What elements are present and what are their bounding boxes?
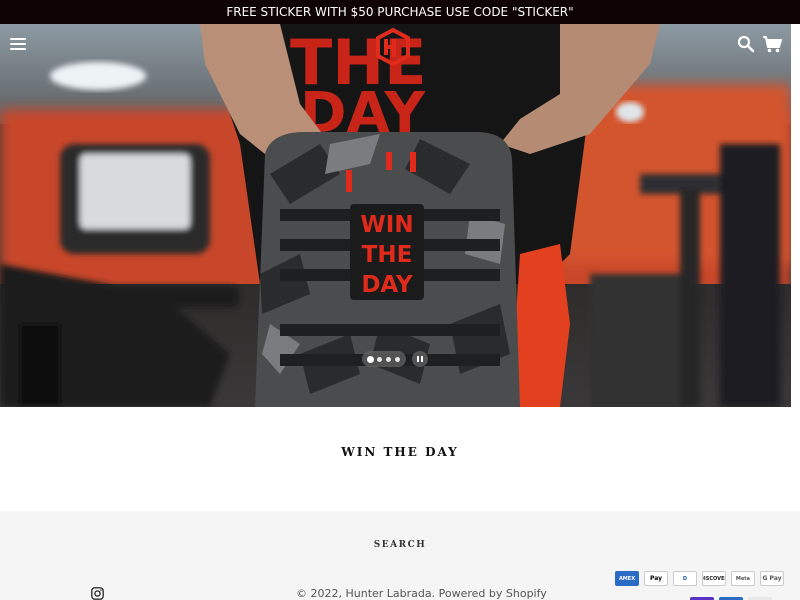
diners-club-icon: D (673, 571, 697, 586)
slider-controls (362, 350, 428, 368)
site-footer: SEARCH © 2022, Hunter Labrada. Powered b… (0, 511, 800, 600)
copyright: © 2022, Hunter Labrada. Powered by Shopi… (296, 587, 547, 600)
patch-line-2: THE (362, 242, 413, 268)
copyright-prefix: © 2022, (296, 587, 346, 600)
slide-dot[interactable] (368, 356, 373, 362)
instagram-icon[interactable] (91, 587, 104, 600)
cart-icon[interactable] (762, 35, 782, 53)
powered-by-link[interactable]: Powered by Shopify (439, 587, 547, 600)
announcement-bar: FREE STICKER WITH $50 PURCHASE USE CODE … (0, 0, 800, 24)
site-header (0, 24, 800, 68)
meta-pay-icon: Meta (731, 571, 755, 586)
brand-logo[interactable] (372, 26, 414, 68)
footer-search-link[interactable]: SEARCH (0, 540, 800, 550)
amex-icon: AMEX (615, 571, 639, 586)
menu-icon[interactable] (10, 38, 26, 52)
slide-dots (362, 351, 406, 367)
search-icon[interactable] (737, 35, 755, 53)
slide-dot[interactable] (386, 356, 391, 362)
google-pay-icon: G Pay (760, 571, 784, 586)
announcement-text: FREE STICKER WITH $50 PURCHASE USE CODE … (226, 5, 574, 19)
slide-dot[interactable] (377, 356, 382, 362)
slide-dot[interactable] (395, 356, 400, 362)
patch-line-3: DAY (361, 272, 413, 298)
pause-icon[interactable] (412, 351, 428, 367)
section-title: WIN THE DAY (341, 445, 459, 459)
discover-icon: DISCOVER (702, 571, 726, 586)
apple-pay-icon: Pay (644, 571, 668, 586)
brand-link[interactable]: Hunter Labrada (345, 587, 431, 600)
patch-line-1: WIN (360, 212, 413, 238)
payment-icons: AMEX Pay D DISCOVER Meta G Pay (615, 571, 784, 586)
